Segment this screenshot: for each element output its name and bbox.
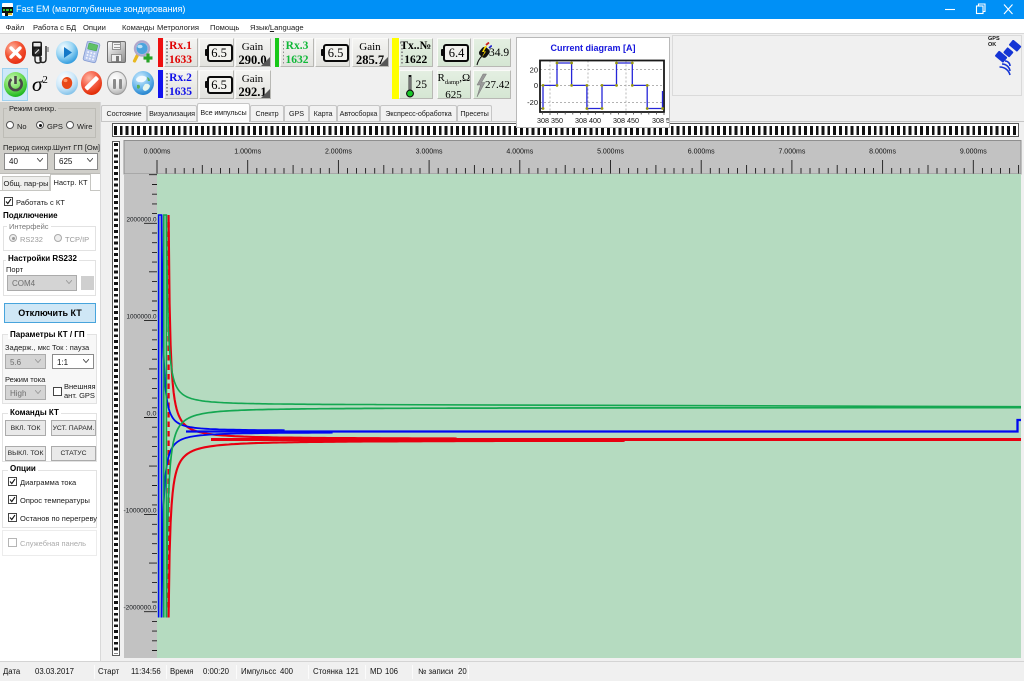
svg-text:1.000ms: 1.000ms (234, 149, 261, 156)
svg-text:-2000000.0: -2000000.0 (124, 605, 158, 612)
svg-text:-1000000.0: -1000000.0 (124, 508, 158, 515)
svg-text:0.0: 0.0 (147, 411, 158, 418)
svg-text:4.000ms: 4.000ms (506, 149, 533, 156)
svg-text:8.000ms: 8.000ms (869, 149, 896, 156)
svg-text:7.000ms: 7.000ms (778, 149, 805, 156)
svg-text:9.000ms: 9.000ms (960, 149, 987, 156)
svg-text:5.000ms: 5.000ms (597, 149, 624, 156)
svg-text:308 350: 308 350 (537, 116, 563, 125)
svg-text:2.000ms: 2.000ms (325, 149, 352, 156)
svg-text:1000000.0: 1000000.0 (127, 313, 157, 320)
svg-text:-20: -20 (527, 98, 538, 107)
svg-text:2000000.0: 2000000.0 (127, 216, 157, 223)
svg-text:308 400: 308 400 (575, 116, 601, 125)
svg-text:0.000ms: 0.000ms (144, 149, 171, 156)
svg-text:308 450: 308 450 (613, 116, 639, 125)
svg-text:20: 20 (530, 65, 538, 74)
svg-text:0: 0 (534, 81, 538, 90)
svg-text:308 50: 308 50 (652, 116, 669, 125)
svg-text:3.000ms: 3.000ms (416, 149, 443, 156)
svg-text:6.000ms: 6.000ms (688, 149, 715, 156)
